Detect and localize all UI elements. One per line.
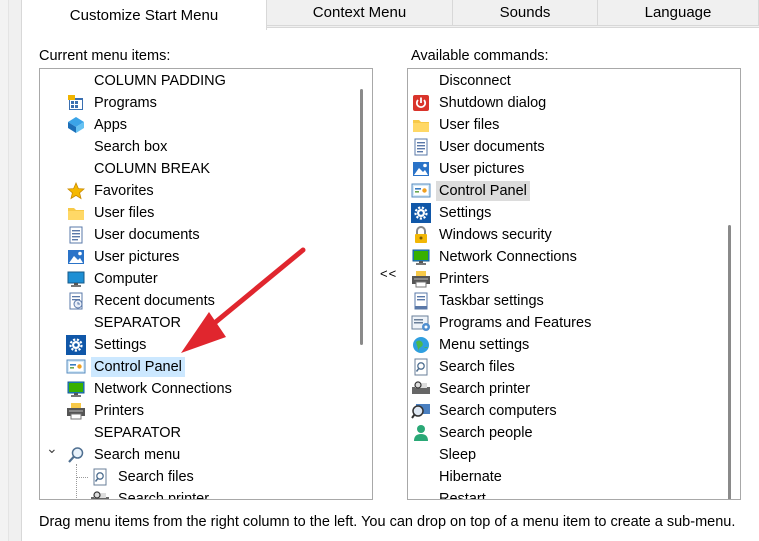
- red-annotation-arrow: [181, 247, 306, 353]
- settings-dialog: Customize Start Menu Context Menu Sounds…: [0, 0, 759, 541]
- tab-customize-start-menu[interactable]: Customize Start Menu: [21, 0, 267, 30]
